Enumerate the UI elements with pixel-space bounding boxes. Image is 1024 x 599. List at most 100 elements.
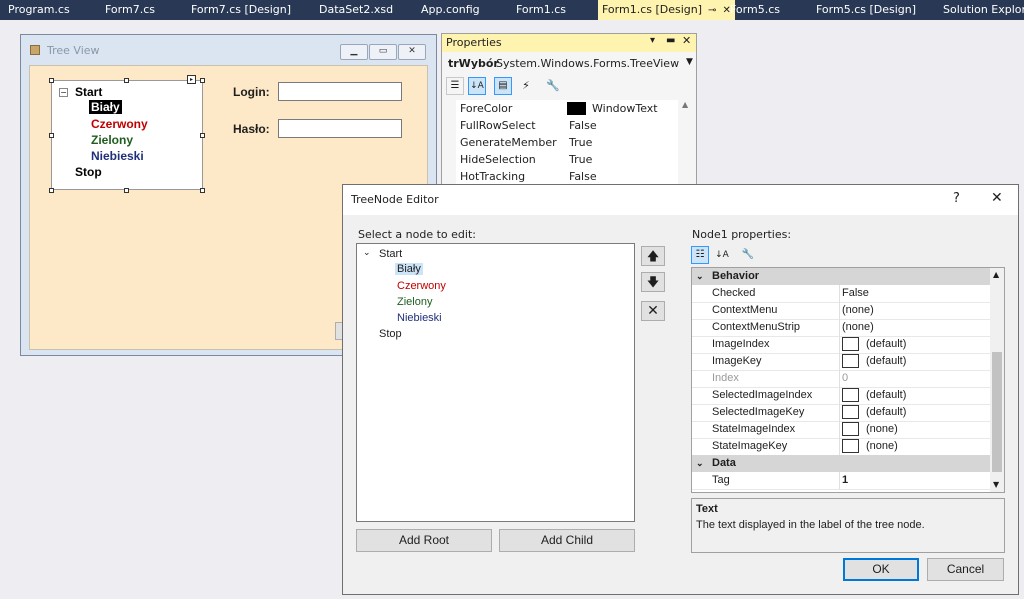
login-label: Login: — [233, 85, 270, 99]
scroll-up-icon[interactable]: ▲ — [993, 270, 999, 279]
move-up-button[interactable]: 🡅 — [641, 246, 665, 266]
login-input[interactable] — [278, 82, 402, 101]
resize-handle[interactable] — [200, 133, 205, 138]
collapse-icon[interactable]: ⌄ — [696, 268, 704, 285]
properties-icon[interactable]: ▤ — [494, 77, 512, 95]
grid-row-name: ImageIndex — [712, 338, 770, 350]
tab-app-config[interactable]: App.config — [421, 0, 480, 20]
minimize-icon[interactable]: ▁ — [340, 44, 368, 60]
property-row-fullrowselect[interactable]: FullRowSelect False — [456, 117, 678, 135]
column-separator — [839, 285, 840, 302]
ok-button[interactable]: OK — [843, 558, 919, 581]
resize-handle[interactable] — [200, 78, 205, 83]
category-data[interactable]: ⌄ Data — [692, 455, 990, 472]
property-row-generatemember[interactable]: GenerateMember True — [456, 134, 678, 152]
grid-row-stateimagekey[interactable]: StateImageKey (none) — [692, 438, 990, 456]
property-row-hideselection[interactable]: HideSelection True — [456, 151, 678, 169]
scrollbar-thumb[interactable] — [992, 352, 1002, 472]
grid-row-contextmenu[interactable]: ContextMenu (none) — [692, 302, 990, 320]
maximize-icon[interactable]: ▭ — [369, 44, 397, 60]
grid-row-name: StateImageIndex — [712, 423, 796, 435]
resize-handle[interactable] — [49, 133, 54, 138]
grid-row-stateimageindex[interactable]: StateImageIndex (none) — [692, 421, 990, 439]
events-icon[interactable]: ⚡ — [517, 77, 535, 95]
tab-form1-cs[interactable]: Form1.cs — [516, 0, 566, 20]
pin-icon[interactable]: ▬ — [666, 35, 675, 46]
tree-view-control[interactable]: − Start Biały Czerwony Zielony Niebieski… — [51, 80, 203, 190]
collapse-icon[interactable]: ⌄ — [363, 247, 371, 258]
node-stop[interactable]: Stop — [379, 328, 402, 340]
grid-row-index[interactable]: Index 0 — [692, 370, 990, 388]
column-separator — [839, 370, 840, 387]
smart-tag-icon[interactable]: ▸ — [187, 75, 196, 84]
resize-handle[interactable] — [200, 188, 205, 193]
collapse-icon[interactable]: ⌄ — [696, 455, 704, 472]
tree-node-zielony[interactable]: Zielony — [91, 133, 133, 147]
tree-node-stop[interactable]: Stop — [75, 165, 102, 179]
property-row-forecolor[interactable]: ForeColor WindowText — [456, 100, 678, 118]
grid-scrollbar[interactable]: ▲ ▼ — [990, 268, 1004, 492]
scroll-up-icon[interactable]: ▲ — [682, 100, 688, 109]
tab-form1-design[interactable]: Form1.cs [Design] ⊸ ✕ — [598, 0, 735, 20]
resize-handle[interactable] — [124, 78, 129, 83]
object-selector[interactable]: trWybór System.Windows.Forms.TreeView ▼ — [446, 54, 694, 72]
dropdown-arrow-icon[interactable]: ▾ — [650, 35, 655, 46]
node-zielony[interactable]: Zielony — [397, 296, 432, 308]
delete-node-button[interactable]: ✕ — [641, 301, 665, 321]
pin-icon[interactable]: ⊸ — [708, 1, 716, 21]
grid-row-imageindex[interactable]: ImageIndex (default) — [692, 336, 990, 354]
tree-node-czerwony[interactable]: Czerwony — [91, 117, 148, 131]
image-preview — [842, 422, 859, 436]
cancel-button[interactable]: Cancel — [927, 558, 1004, 581]
property-grid[interactable]: ⌄ Behavior Checked False ContextMenu (none)… — [691, 267, 1005, 493]
grid-row-value: 1 — [842, 474, 849, 486]
tree-node-bialy[interactable]: Biały — [89, 100, 122, 114]
tab-form7-design[interactable]: Form7.cs [Design] — [191, 0, 291, 20]
column-separator — [839, 421, 840, 438]
grid-row-contextmenustrip[interactable]: ContextMenuStrip (none) — [692, 319, 990, 337]
node-tree-list[interactable]: ⌄ Start Biały Czerwony Zielony Niebieski… — [356, 243, 635, 522]
category-behavior[interactable]: ⌄ Behavior — [692, 268, 990, 285]
collapse-icon[interactable]: − — [59, 88, 68, 97]
add-child-button[interactable]: Add Child — [499, 529, 635, 552]
node-niebieski[interactable]: Niebieski — [397, 312, 442, 324]
node-start[interactable]: Start — [379, 248, 402, 260]
resize-handle[interactable] — [49, 188, 54, 193]
property-value: True — [569, 136, 593, 149]
tab-dataset2-xsd[interactable]: DataSet2.xsd — [319, 0, 393, 20]
help-icon[interactable]: ? — [953, 191, 960, 206]
grid-row-selectedimagekey[interactable]: SelectedImageKey (default) — [692, 404, 990, 422]
alphabetical-icon[interactable]: ↓A — [468, 77, 486, 95]
resize-handle[interactable] — [49, 78, 54, 83]
properties-panel: Properties ▾ ▬ ✕ trWybór System.Windows.… — [441, 33, 697, 203]
tree-node-niebieski[interactable]: Niebieski — [91, 149, 144, 163]
grid-row-imagekey[interactable]: ImageKey (default) — [692, 353, 990, 371]
scroll-down-icon[interactable]: ▼ — [993, 480, 999, 489]
grid-row-selectedimageindex[interactable]: SelectedImageIndex (default) — [692, 387, 990, 405]
grid-row-tag[interactable]: Tag 1 — [692, 472, 990, 490]
wrench-icon[interactable]: 🔧 — [544, 77, 562, 95]
properties-header: Properties ▾ ▬ ✕ — [442, 34, 696, 52]
close-icon[interactable]: ✕ — [682, 34, 691, 47]
tab-form5-cs[interactable]: Form5.cs — [730, 0, 780, 20]
alphabetical-icon[interactable]: ↓A — [713, 246, 731, 264]
grid-row-name: SelectedImageKey — [712, 406, 805, 418]
close-icon[interactable]: ✕ — [991, 190, 1003, 206]
password-input[interactable] — [278, 119, 402, 138]
add-root-button[interactable]: Add Root — [356, 529, 492, 552]
node-czerwony[interactable]: Czerwony — [397, 280, 446, 292]
grid-row-checked[interactable]: Checked False — [692, 285, 990, 303]
tab-solution-explorer[interactable]: Solution Explorer — [943, 0, 1024, 20]
tab-program-cs[interactable]: Program.cs — [8, 0, 70, 20]
wrench-icon[interactable]: 🔧 — [739, 246, 757, 264]
node-bialy[interactable]: Biały — [395, 263, 423, 275]
move-down-button[interactable]: 🡇 — [641, 272, 665, 292]
tab-form7-cs[interactable]: Form7.cs — [105, 0, 155, 20]
tree-node-start[interactable]: Start — [75, 85, 102, 99]
categorized-icon[interactable]: ☰ — [446, 77, 464, 95]
tab-form5-design[interactable]: Form5.cs [Design] — [816, 0, 916, 20]
resize-handle[interactable] — [124, 188, 129, 193]
close-icon[interactable]: ✕ — [398, 44, 426, 60]
categorized-icon[interactable]: ☷ — [691, 246, 709, 264]
document-tab-strip: Program.cs Form7.cs Form7.cs [Design] Da… — [0, 0, 1024, 20]
